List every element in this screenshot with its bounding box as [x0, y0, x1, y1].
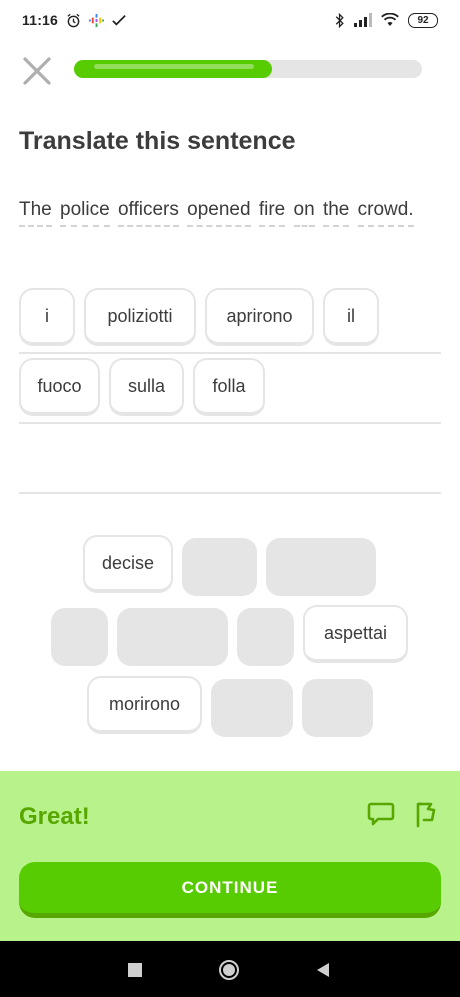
alarm-icon	[66, 13, 81, 28]
report-button[interactable]	[412, 799, 442, 829]
wifi-icon	[381, 13, 399, 27]
word-bank-slot-empty	[117, 608, 228, 666]
word-bank-tile[interactable]: decise	[83, 535, 173, 593]
close-button[interactable]	[20, 54, 54, 88]
status-time: 11:16	[22, 12, 59, 28]
word-bank-slot-empty	[237, 608, 294, 666]
word-bank-slot-empty	[51, 608, 108, 666]
signal-icon	[354, 13, 372, 27]
home-icon	[219, 960, 239, 980]
progress-shine	[94, 64, 255, 69]
battery-icon: 92	[408, 12, 438, 28]
sentence-word[interactable]: the	[322, 195, 350, 227]
word-bank-slot-empty	[211, 679, 293, 737]
answer-tile[interactable]: poliziotti	[84, 288, 196, 346]
back-button[interactable]	[312, 959, 334, 981]
answer-tile[interactable]: fuoco	[19, 358, 100, 416]
sentence-word[interactable]: The	[19, 195, 52, 227]
answer-tile[interactable]: il	[323, 288, 379, 346]
battery-level: 92	[417, 14, 429, 26]
answer-tile[interactable]: i	[19, 288, 75, 346]
status-left: 11:16	[22, 12, 126, 28]
system-nav-bar	[0, 941, 460, 997]
word-bank-tile[interactable]: aspettai	[303, 605, 408, 663]
podcast-icon	[89, 13, 105, 28]
sentence-word[interactable]: police	[60, 195, 110, 227]
answer-line-2	[19, 422, 441, 424]
home-button[interactable]	[218, 959, 240, 981]
answer-tile[interactable]: sulla	[109, 358, 184, 416]
word-bank-slot-empty	[182, 538, 257, 596]
feedback-panel: Great! CONTINUE	[0, 771, 460, 941]
check-icon	[112, 13, 126, 27]
progress-fill	[74, 60, 273, 78]
sentence-word[interactable]: crowd.	[357, 195, 414, 227]
continue-button[interactable]: CONTINUE	[19, 862, 441, 918]
answer-line-3	[19, 492, 441, 494]
back-icon	[317, 963, 329, 977]
challenge-title: Translate this sentence	[19, 127, 296, 155]
word-bank-slot-empty	[266, 538, 376, 596]
sentence-word[interactable]: opened	[187, 195, 251, 227]
word-bank-tile[interactable]: morirono	[87, 676, 202, 734]
sentence-word[interactable]: fire	[258, 195, 286, 227]
sentence-word[interactable]: on	[293, 195, 315, 227]
recent-apps-button[interactable]	[124, 959, 146, 981]
answer-line-1	[19, 352, 441, 354]
sentence-word[interactable]: officers	[117, 195, 179, 227]
comment-icon	[367, 802, 395, 826]
word-bank-slot-empty	[302, 679, 373, 737]
answer-tile[interactable]: folla	[193, 358, 265, 416]
progress-bar	[74, 60, 422, 78]
flag-icon	[416, 802, 436, 828]
bluetooth-icon	[335, 12, 345, 28]
recent-apps-icon	[128, 963, 142, 977]
source-sentence: The police officers opened fire on the c…	[19, 187, 439, 233]
discuss-button[interactable]	[366, 799, 396, 829]
close-icon	[23, 57, 51, 85]
feedback-title: Great!	[19, 803, 90, 830]
answer-tile[interactable]: aprirono	[205, 288, 314, 346]
status-right: 92	[335, 12, 438, 28]
status-bar: 11:16 92	[0, 0, 460, 40]
